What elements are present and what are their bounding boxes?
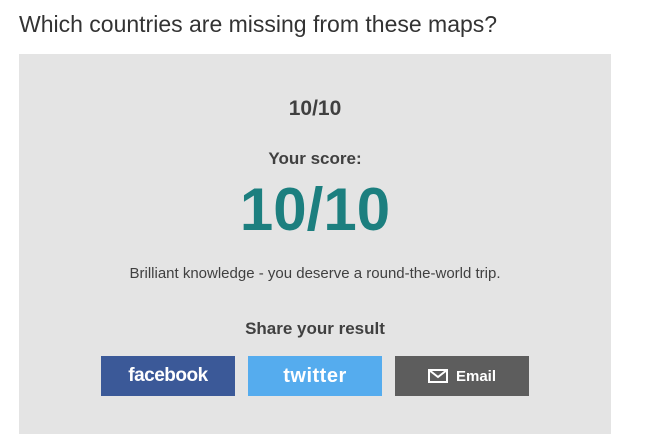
facebook-label: facebook <box>128 365 208 386</box>
share-twitter-button[interactable]: twitter <box>248 356 382 396</box>
score-value: 10/10 <box>239 176 391 243</box>
question-progress: 10/10 <box>288 97 342 120</box>
email-label: Email <box>455 367 497 385</box>
share-facebook-button[interactable]: facebook <box>101 356 235 396</box>
page-title: Which countries are missing from these m… <box>19 11 498 37</box>
twitter-label: twitter <box>283 364 347 387</box>
quiz-result-panel: 10/10 Your score: 10/10 Brilliant knowle… <box>19 54 611 434</box>
share-heading: Share your result <box>245 319 385 338</box>
envelope-icon <box>427 369 448 383</box>
score-label: Your score: <box>268 149 362 168</box>
score-message: Brilliant knowledge - you deserve a roun… <box>129 265 501 282</box>
share-email-button[interactable]: Email <box>395 356 529 396</box>
